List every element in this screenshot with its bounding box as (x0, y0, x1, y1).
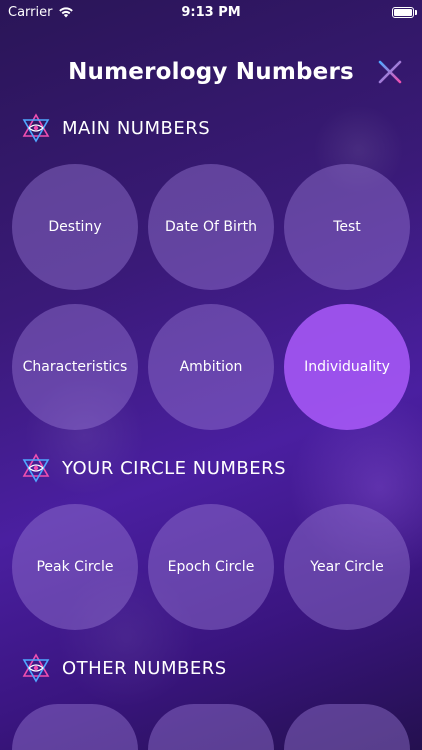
number-date-of-birth[interactable]: Date Of Birth (148, 164, 274, 290)
number-destiny[interactable]: Destiny (12, 164, 138, 290)
clock-time: 9:13 PM (181, 4, 241, 20)
number-label: Ambition (179, 359, 243, 375)
number-peak-circle[interactable]: Peak Circle (12, 504, 138, 630)
close-icon[interactable] (376, 58, 404, 86)
section-header-other: OTHER NUMBERS (20, 652, 227, 684)
number-epoch-circle[interactable]: Epoch Circle (148, 504, 274, 630)
carrier-label: Carrier (8, 4, 53, 20)
number-label: Date Of Birth (165, 219, 257, 235)
number-label: Epoch Circle (167, 559, 255, 575)
battery-icon (392, 6, 417, 18)
section-header-main: MAIN NUMBERS (20, 112, 210, 144)
header: Numerology Numbers (0, 50, 422, 94)
section-header-circle: YOUR CIRCLE NUMBERS (20, 452, 286, 484)
number-other-2[interactable] (148, 704, 274, 750)
wifi-icon (59, 7, 74, 18)
all-seeing-eye-icon (22, 453, 50, 483)
number-label: Test (333, 219, 361, 235)
section-title-circle: YOUR CIRCLE NUMBERS (62, 457, 287, 479)
section-title-main: MAIN NUMBERS (62, 117, 211, 139)
number-individuality[interactable]: Individuality (284, 304, 410, 430)
number-label: Destiny (48, 219, 102, 235)
number-label: Characteristics (22, 359, 128, 375)
section-title-other: OTHER NUMBERS (62, 657, 227, 679)
carrier-group: Carrier (8, 5, 74, 20)
page-title: Numerology Numbers (68, 59, 354, 85)
number-characteristics[interactable]: Characteristics (12, 304, 138, 430)
number-other-1[interactable] (12, 704, 138, 750)
all-seeing-eye-icon (22, 653, 50, 683)
number-year-circle[interactable]: Year Circle (284, 504, 410, 630)
number-other-3[interactable] (284, 704, 410, 750)
number-test[interactable]: Test (284, 164, 410, 290)
all-seeing-eye-icon (22, 113, 50, 143)
number-label: Peak Circle (36, 559, 114, 575)
number-label: Year Circle (310, 559, 384, 575)
number-ambition[interactable]: Ambition (148, 304, 274, 430)
status-bar: Carrier 9:13 PM (0, 0, 422, 24)
number-label: Individuality (304, 359, 390, 375)
